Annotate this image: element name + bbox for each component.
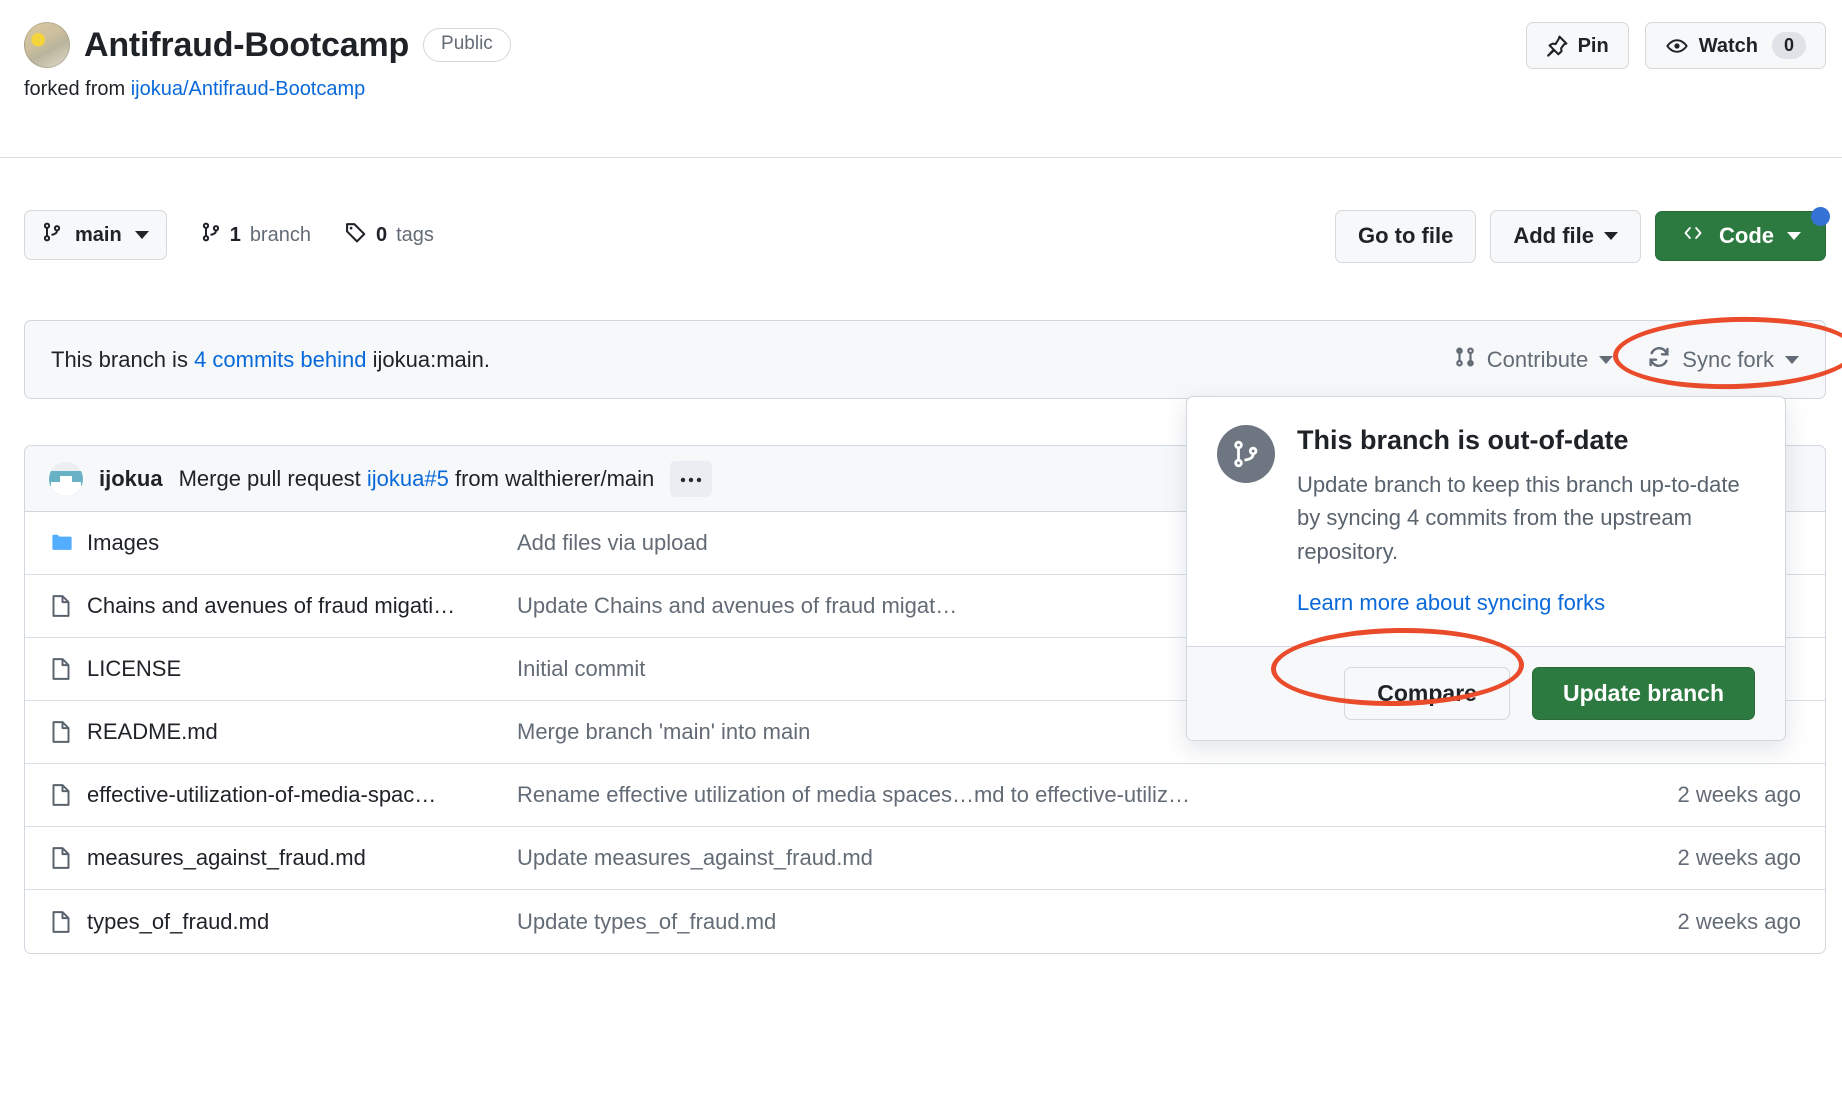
tag-count: 0 bbox=[375, 223, 388, 246]
pin-label: Pin bbox=[1577, 34, 1609, 57]
git-branch-circle-icon bbox=[1217, 425, 1275, 483]
code-brackets-icon bbox=[1680, 223, 1706, 249]
watch-count: 0 bbox=[1771, 32, 1806, 60]
add-file-button[interactable]: Add file bbox=[1490, 210, 1641, 263]
branch-word: branch bbox=[249, 223, 311, 246]
git-branch-icon bbox=[42, 221, 62, 249]
tags-stat[interactable]: 0 tags bbox=[345, 221, 434, 249]
chevron-down-icon bbox=[1785, 355, 1799, 364]
forked-from-label: forked from bbox=[24, 78, 131, 100]
branch-status-suffix: ijokua:main. bbox=[366, 346, 490, 372]
code-button[interactable]: Code bbox=[1655, 207, 1830, 262]
table-row[interactable]: measures_against_fraud.md Update measure… bbox=[25, 827, 1825, 890]
kebab-horizontal-icon bbox=[681, 477, 702, 482]
sync-fork-button[interactable]: Sync fork bbox=[1647, 345, 1799, 375]
forked-from-link[interactable]: ijokua/Antifraud-Bootcamp bbox=[131, 78, 366, 100]
file-icon bbox=[49, 845, 87, 871]
add-file-label: Add file bbox=[1513, 223, 1594, 248]
visibility-badge: Public bbox=[423, 28, 511, 62]
table-row[interactable]: types_of_fraud.md Update types_of_fraud.… bbox=[25, 890, 1825, 953]
sync-fork-popup-content: This branch is out-of-date Update branch… bbox=[1297, 425, 1755, 616]
owner-avatar[interactable] bbox=[24, 22, 70, 68]
go-to-file-button[interactable]: Go to file bbox=[1335, 210, 1477, 263]
sync-fork-popup-heading: This branch is out-of-date bbox=[1297, 425, 1629, 455]
file-name[interactable]: measures_against_fraud.md bbox=[87, 845, 517, 871]
repo-title-row: Antifraud-Bootcamp Public bbox=[24, 22, 511, 68]
github-repo-page: Antifraud-Bootcamp Public forked from ij… bbox=[0, 0, 1842, 1094]
sync-fork-popup-text: Update branch to keep this branch up-to-… bbox=[1297, 472, 1740, 564]
file-name[interactable]: types_of_fraud.md bbox=[87, 909, 517, 935]
header-actions: Pin Watch 0 bbox=[1525, 22, 1826, 70]
commit-message-suffix: from walthierer/main bbox=[448, 465, 655, 491]
code-notification-dot bbox=[1811, 207, 1830, 227]
sync-fork-wrap: Sync fork bbox=[1612, 313, 1842, 392]
chevron-down-icon bbox=[1787, 232, 1801, 241]
file-timestamp: 2 weeks ago bbox=[1677, 908, 1801, 934]
code-label: Code bbox=[1719, 223, 1774, 249]
file-name[interactable]: README.md bbox=[87, 719, 517, 745]
branches-stat[interactable]: 1 branch bbox=[201, 221, 311, 249]
commits-behind-link[interactable]: 4 commits behind bbox=[194, 347, 366, 372]
file-commit-message[interactable]: Update types_of_fraud.md bbox=[517, 909, 1581, 935]
commit-message-prefix: Merge pull request bbox=[178, 465, 367, 491]
branch-status-prefix: This branch is bbox=[51, 346, 195, 372]
git-pull-request-icon bbox=[1454, 345, 1476, 375]
forked-from: forked from ijokua/Antifraud-Bootcamp bbox=[24, 78, 365, 101]
file-name[interactable]: Chains and avenues of fraud migati… bbox=[87, 593, 517, 619]
commit-details-button[interactable] bbox=[670, 460, 713, 497]
file-timestamp: 2 weeks ago bbox=[1677, 782, 1801, 807]
toolbar-right: Go to file Add file Code bbox=[1335, 207, 1830, 263]
file-icon bbox=[49, 782, 87, 808]
watch-button[interactable]: Watch 0 bbox=[1644, 22, 1826, 70]
file-name[interactable]: LICENSE bbox=[87, 656, 517, 682]
file-name[interactable]: Images bbox=[87, 530, 517, 556]
file-timestamp: 2 weeks ago bbox=[1677, 845, 1801, 870]
repo-toolbar: main 1 branch 0 tags Go to file Add file… bbox=[24, 207, 1830, 264]
sync-fork-popup-body: This branch is out-of-date Update branch… bbox=[1187, 397, 1785, 646]
learn-more-link[interactable]: Learn more about syncing forks bbox=[1297, 590, 1605, 615]
file-icon bbox=[49, 719, 87, 745]
tag-word: tags bbox=[396, 223, 434, 246]
pull-request-link[interactable]: ijokua#5 bbox=[367, 466, 449, 491]
sync-fork-label: Sync fork bbox=[1682, 346, 1774, 372]
contribute-label: Contribute bbox=[1486, 346, 1589, 372]
sync-fork-popup-footer: Compare Update branch bbox=[1187, 646, 1785, 741]
chevron-down-icon bbox=[134, 231, 149, 239]
chevron-down-icon bbox=[1604, 232, 1618, 241]
repo-name[interactable]: Antifraud-Bootcamp bbox=[84, 26, 409, 65]
eye-icon bbox=[1665, 35, 1689, 57]
branch-selector[interactable]: main bbox=[24, 210, 167, 260]
branch-status-bar: This branch is 4 commits behind ijokua:m… bbox=[24, 313, 1842, 399]
file-name[interactable]: effective-utilization-of-media-spac… bbox=[87, 782, 517, 808]
file-icon bbox=[49, 909, 87, 935]
commit-author-avatar[interactable] bbox=[49, 461, 83, 496]
toolbar-left: main 1 branch 0 tags bbox=[24, 210, 434, 260]
git-branch-icon bbox=[201, 221, 221, 249]
file-icon bbox=[49, 593, 87, 619]
pin-icon bbox=[1546, 35, 1568, 57]
branch-name: main bbox=[75, 223, 122, 246]
repo-header: Antifraud-Bootcamp Public forked from ij… bbox=[0, 0, 1842, 158]
sync-icon bbox=[1647, 345, 1671, 375]
contribute-button[interactable]: Contribute bbox=[1454, 345, 1614, 375]
branch-count: 1 bbox=[229, 223, 241, 246]
pin-button[interactable]: Pin bbox=[1525, 22, 1629, 70]
file-icon bbox=[49, 656, 87, 682]
branch-status-actions: Contribute Sync fork bbox=[1454, 313, 1842, 392]
update-branch-button[interactable]: Update branch bbox=[1531, 667, 1755, 721]
commit-author-name[interactable]: ijokua bbox=[99, 466, 163, 492]
compare-button[interactable]: Compare bbox=[1344, 667, 1510, 721]
branch-status-text: This branch is 4 commits behind ijokua:m… bbox=[51, 347, 490, 373]
watch-label: Watch bbox=[1698, 34, 1758, 57]
folder-icon bbox=[49, 532, 87, 554]
chevron-down-icon bbox=[1599, 355, 1614, 364]
tag-icon bbox=[345, 221, 367, 249]
file-commit-message[interactable]: Rename effective utilization of media sp… bbox=[517, 782, 1581, 808]
file-commit-message[interactable]: Update measures_against_fraud.md bbox=[517, 845, 1581, 871]
commit-message: Merge pull request ijokua#5 from walthie… bbox=[179, 466, 655, 492]
sync-fork-popup: This branch is out-of-date Update branch… bbox=[1186, 396, 1786, 742]
table-row[interactable]: effective-utilization-of-media-spac… Ren… bbox=[25, 764, 1825, 827]
